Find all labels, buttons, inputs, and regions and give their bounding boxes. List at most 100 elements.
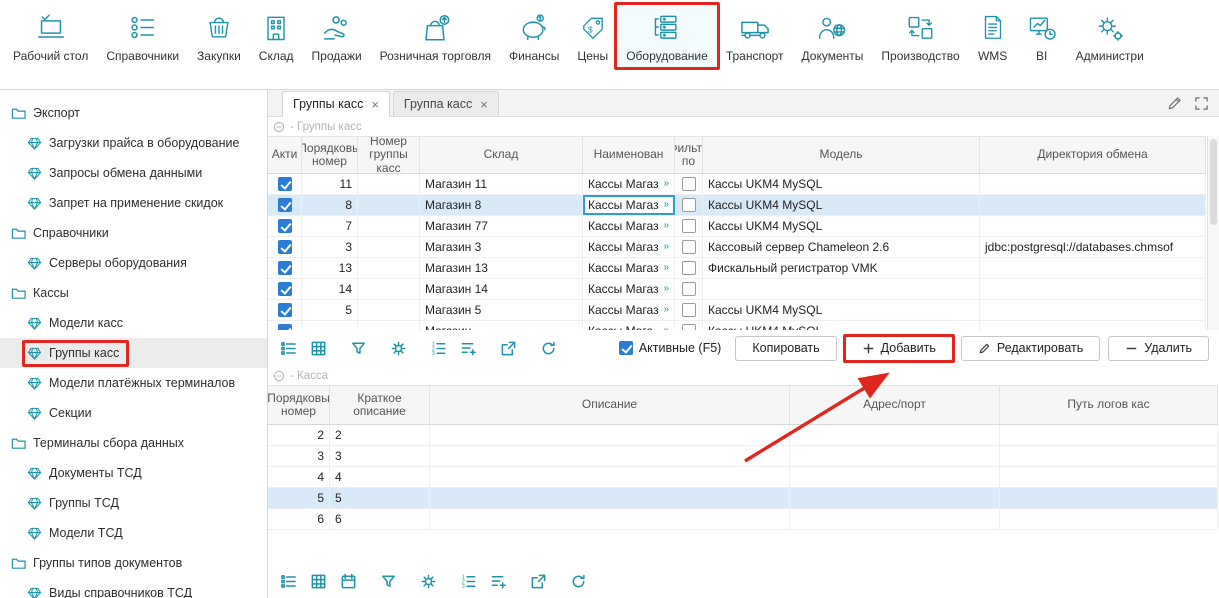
cell-group_num[interactable]: [358, 258, 420, 278]
cell-group_num[interactable]: [358, 279, 420, 299]
cell-name[interactable]: Кассы Магаз»: [583, 174, 675, 194]
active-filter-checkbox[interactable]: Активные (F5): [619, 341, 722, 355]
cell-order_num[interactable]: 2: [268, 425, 330, 445]
list-view-icon[interactable]: [276, 569, 300, 593]
cell-order_num[interactable]: 3: [302, 237, 358, 257]
sort-icon[interactable]: [486, 569, 510, 593]
column-header-warehouse[interactable]: Склад: [420, 137, 583, 173]
row-active-checkbox[interactable]: [278, 219, 292, 233]
column-header-short_desc[interactable]: Краткое описание: [330, 386, 430, 424]
cell-model[interactable]: Кассы UKM4 MySQL: [703, 174, 980, 194]
nav-item-directories[interactable]: Справочники: [97, 5, 188, 67]
row-active-checkbox[interactable]: [278, 324, 292, 330]
cell-filter[interactable]: [675, 174, 703, 194]
cell-exchange_dir[interactable]: [980, 258, 1206, 278]
table-row[interactable]: МагазинКассы Мага»Кассы UKM4 MySQL: [268, 321, 1206, 330]
cell-active[interactable]: [268, 258, 302, 278]
cell-address[interactable]: [790, 509, 1000, 529]
cell-active[interactable]: [268, 237, 302, 257]
table-row[interactable]: 33: [268, 446, 1218, 467]
refresh-icon[interactable]: [536, 336, 560, 360]
sidebar-item-tsd-documents[interactable]: Документы ТСД: [0, 458, 267, 488]
cell-active[interactable]: [268, 174, 302, 194]
cell-warehouse[interactable]: Магазин 8: [420, 195, 583, 215]
row-active-checkbox[interactable]: [278, 198, 292, 212]
table-view-icon[interactable]: [306, 569, 330, 593]
row-filter-checkbox[interactable]: [682, 177, 696, 191]
table-row[interactable]: 55: [268, 488, 1218, 509]
cell-order_num[interactable]: 13: [302, 258, 358, 278]
cell-short_desc[interactable]: 3: [330, 446, 430, 466]
cell-exchange_dir[interactable]: [980, 174, 1206, 194]
cell-log_path[interactable]: [1000, 509, 1218, 529]
table-row[interactable]: 44: [268, 467, 1218, 488]
cell-log_path[interactable]: [1000, 467, 1218, 487]
collapse-icon[interactable]: [273, 370, 285, 382]
cell-exchange_dir[interactable]: [980, 321, 1206, 330]
cell-exchange_dir[interactable]: [980, 300, 1206, 320]
scrollbar-thumb[interactable]: [1210, 139, 1217, 225]
calendar-icon[interactable]: [336, 569, 360, 593]
sidebar-item-tsd-models[interactable]: Модели ТСД: [0, 518, 267, 548]
table-row[interactable]: 66: [268, 509, 1218, 530]
add-button[interactable]: Добавить: [845, 336, 953, 361]
cell-warehouse[interactable]: Магазин 3: [420, 237, 583, 257]
row-filter-checkbox[interactable]: [682, 198, 696, 212]
column-header-filter[interactable]: Фильтр по: [675, 137, 703, 173]
cell-warehouse[interactable]: Магазин 77: [420, 216, 583, 236]
cell-exchange_dir[interactable]: [980, 279, 1206, 299]
column-header-address[interactable]: Адрес/порт: [790, 386, 1000, 424]
close-icon[interactable]: ×: [480, 98, 488, 111]
row-active-checkbox[interactable]: [278, 261, 292, 275]
cell-short_desc[interactable]: 4: [330, 467, 430, 487]
cell-description[interactable]: [430, 425, 790, 445]
edit-button[interactable]: Редактировать: [961, 336, 1100, 361]
cell-active[interactable]: [268, 321, 302, 330]
table-row[interactable]: 5Магазин 5Кассы Магаз»Кассы UKM4 MySQL: [268, 300, 1206, 321]
cell-group_num[interactable]: [358, 321, 420, 330]
cell-filter[interactable]: [675, 195, 703, 215]
cell-name[interactable]: Кассы Магаз»: [583, 216, 675, 236]
cell-warehouse[interactable]: Магазин 14: [420, 279, 583, 299]
nav-item-equipment[interactable]: Оборудование: [617, 5, 717, 67]
column-header-log_path[interactable]: Путь логов кас: [1000, 386, 1218, 424]
sidebar-item-sections[interactable]: Секции: [0, 398, 267, 428]
cell-order_num[interactable]: 6: [268, 509, 330, 529]
sidebar-item-data-collection-terminals[interactable]: Терминалы сбора данных: [0, 428, 267, 458]
filter-icon[interactable]: [376, 569, 400, 593]
sidebar-item-cash-groups[interactable]: Группы касс: [0, 338, 267, 368]
cell-order_num[interactable]: 8: [302, 195, 358, 215]
sidebar-item-discount-ban[interactable]: Запрет на применение скидок: [0, 188, 267, 218]
cell-filter[interactable]: [675, 237, 703, 257]
cell-warehouse[interactable]: Магазин 13: [420, 258, 583, 278]
cell-model[interactable]: Кассовый сервер Chameleon 2.6: [703, 237, 980, 257]
nav-item-administration[interactable]: Администри: [1067, 5, 1153, 67]
nav-item-transport[interactable]: Транспорт: [717, 5, 793, 67]
cell-active[interactable]: [268, 300, 302, 320]
sidebar-item-cash-registers[interactable]: Кассы: [0, 278, 267, 308]
cell-model[interactable]: Фискальный регистратор VMK: [703, 258, 980, 278]
nav-item-retail[interactable]: Розничная торговля: [371, 5, 500, 67]
filter-icon[interactable]: [346, 336, 370, 360]
cell-description[interactable]: [430, 488, 790, 508]
sidebar-item-data-exchange-requests[interactable]: Запросы обмена данными: [0, 158, 267, 188]
cell-exchange_dir[interactable]: [980, 216, 1206, 236]
vertical-scrollbar[interactable]: [1207, 136, 1219, 330]
cell-log_path[interactable]: [1000, 425, 1218, 445]
cell-active[interactable]: [268, 216, 302, 236]
cell-warehouse[interactable]: Магазин: [420, 321, 583, 330]
row-active-checkbox[interactable]: [278, 177, 292, 191]
column-header-name[interactable]: Наименован: [583, 137, 675, 173]
cell-model[interactable]: Кассы UKM4 MySQL: [703, 321, 980, 330]
delete-button[interactable]: Удалить: [1108, 336, 1209, 361]
nav-item-wms[interactable]: WMS: [969, 5, 1017, 67]
table-view-icon[interactable]: [306, 336, 330, 360]
cell-address[interactable]: [790, 425, 1000, 445]
cell-order_num[interactable]: [302, 321, 358, 330]
nav-item-warehouse[interactable]: Склад: [250, 5, 303, 67]
cell-active[interactable]: [268, 195, 302, 215]
cell-name[interactable]: Кассы Магаз»: [583, 279, 675, 299]
cell-order_num[interactable]: 14: [302, 279, 358, 299]
cell-order_num[interactable]: 3: [268, 446, 330, 466]
cell-address[interactable]: [790, 446, 1000, 466]
